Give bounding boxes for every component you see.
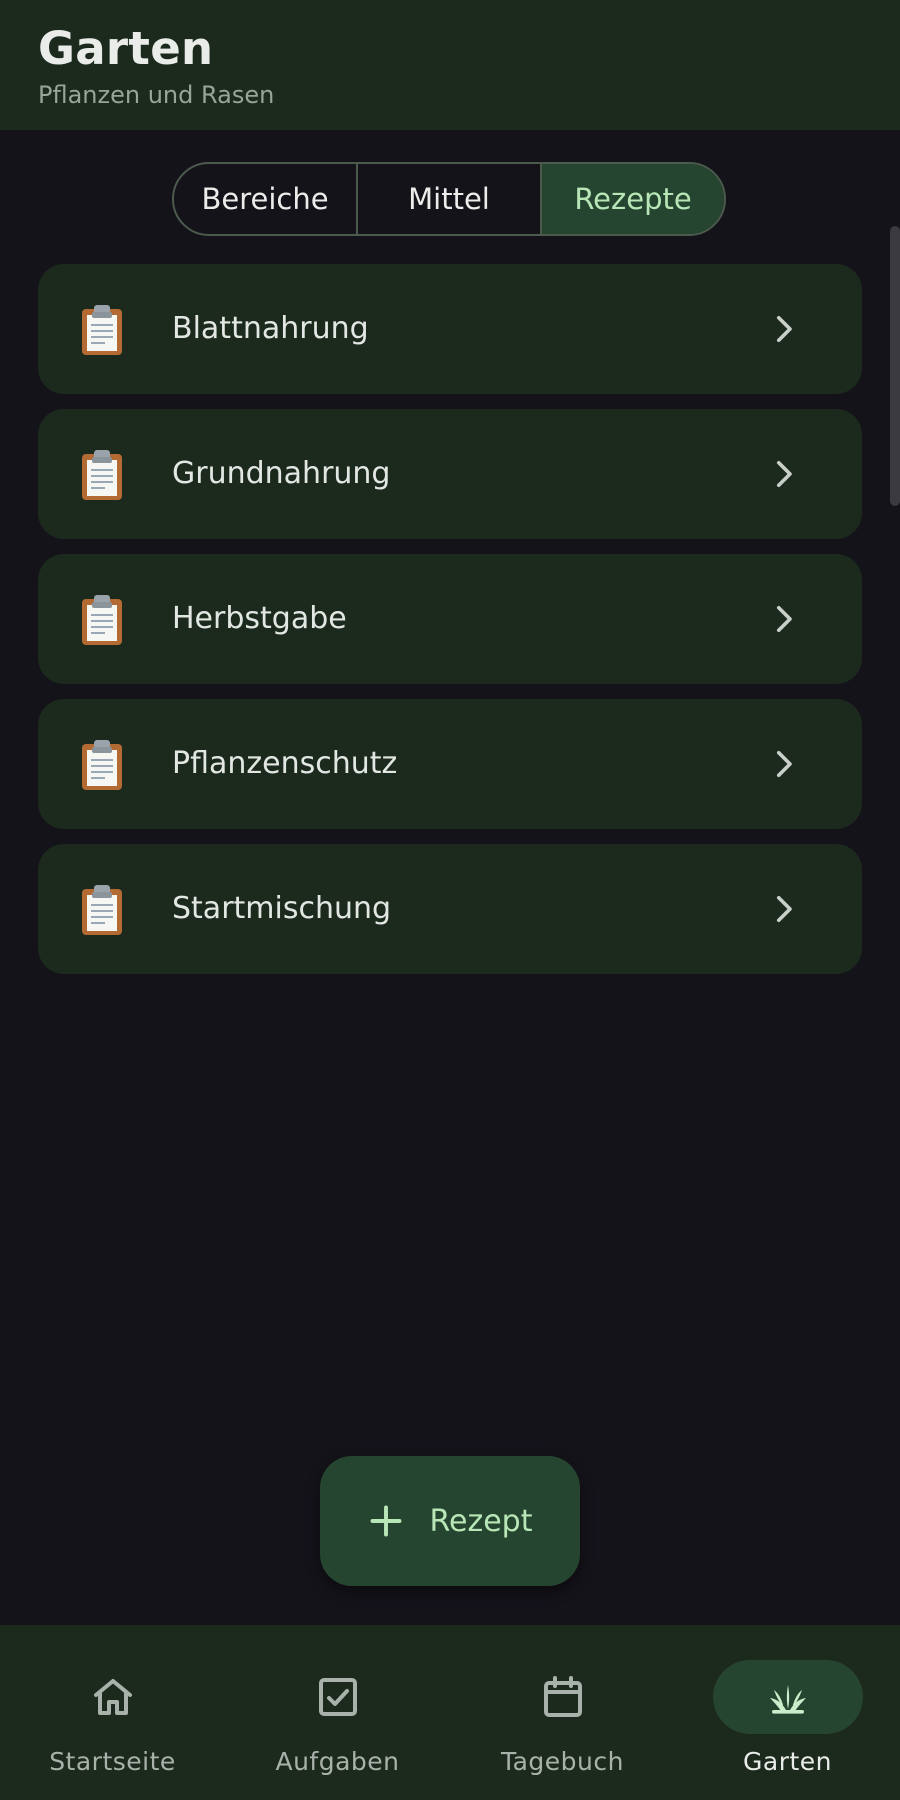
clipboard-icon	[82, 740, 122, 790]
garden-screen: Garten Pflanzen und Rasen Bereiche Mitte…	[0, 0, 900, 1800]
tab-rezepte[interactable]: Rezepte	[540, 164, 724, 234]
chevron-right-icon	[776, 750, 792, 778]
nav-item-aufgaben[interactable]: Aufgaben	[225, 1625, 450, 1800]
add-recipe-button[interactable]: Rezept	[320, 1456, 580, 1586]
clipboard-icon	[82, 885, 122, 935]
calendar-icon	[543, 1676, 582, 1717]
clipboard-icon	[82, 450, 122, 500]
nav-item-startseite[interactable]: Startseite	[0, 1625, 225, 1800]
tab-mittel[interactable]: Mittel	[356, 164, 540, 234]
chevron-right-icon	[776, 315, 792, 343]
nav-label: Garten	[743, 1747, 832, 1776]
chevron-right-icon	[776, 460, 792, 488]
recipe-item-label: Grundnahrung	[172, 456, 391, 491]
chevron-right-icon	[776, 895, 792, 923]
clipboard-icon	[82, 595, 122, 645]
nav-label: Startseite	[49, 1747, 176, 1776]
recipe-item-herbstgabe[interactable]: Herbstgabe	[38, 554, 862, 684]
recipe-item-pflanzenschutz[interactable]: Pflanzenschutz	[38, 699, 862, 829]
nav-label: Aufgaben	[275, 1747, 400, 1776]
page-subtitle: Pflanzen und Rasen	[38, 81, 275, 109]
recipe-item-grundnahrung[interactable]: Grundnahrung	[38, 409, 862, 539]
page-title: Garten	[38, 22, 214, 75]
recipe-item-blattnahrung[interactable]: Blattnahrung	[38, 264, 862, 394]
clipboard-icon	[82, 305, 122, 355]
nav-label: Tagebuch	[500, 1747, 624, 1776]
nav-item-tagebuch[interactable]: Tagebuch	[450, 1625, 675, 1800]
recipe-item-label: Blattnahrung	[172, 311, 369, 346]
recipe-item-label: Startmischung	[172, 891, 392, 926]
segmented-tabs: Bereiche Mittel Rezepte	[172, 162, 726, 236]
home-icon	[93, 1679, 132, 1715]
plant-icon	[769, 1685, 806, 1714]
scrollbar-thumb[interactable]	[890, 226, 900, 506]
add-recipe-label: Rezept	[429, 1503, 533, 1539]
chevron-right-icon	[776, 605, 792, 633]
plus-icon	[370, 1505, 401, 1537]
nav-item-garten[interactable]: Garten	[675, 1625, 900, 1800]
top-app-bar: Garten Pflanzen und Rasen	[0, 0, 900, 130]
bottom-navigation: Startseite Aufgaben Tagebuch Garten	[0, 1625, 900, 1800]
recipe-item-label: Herbstgabe	[172, 601, 347, 636]
recipe-item-label: Pflanzenschutz	[172, 746, 398, 781]
tab-bereiche[interactable]: Bereiche	[174, 164, 356, 234]
recipe-item-startmischung[interactable]: Startmischung	[38, 844, 862, 974]
checkbox-icon	[318, 1678, 357, 1716]
